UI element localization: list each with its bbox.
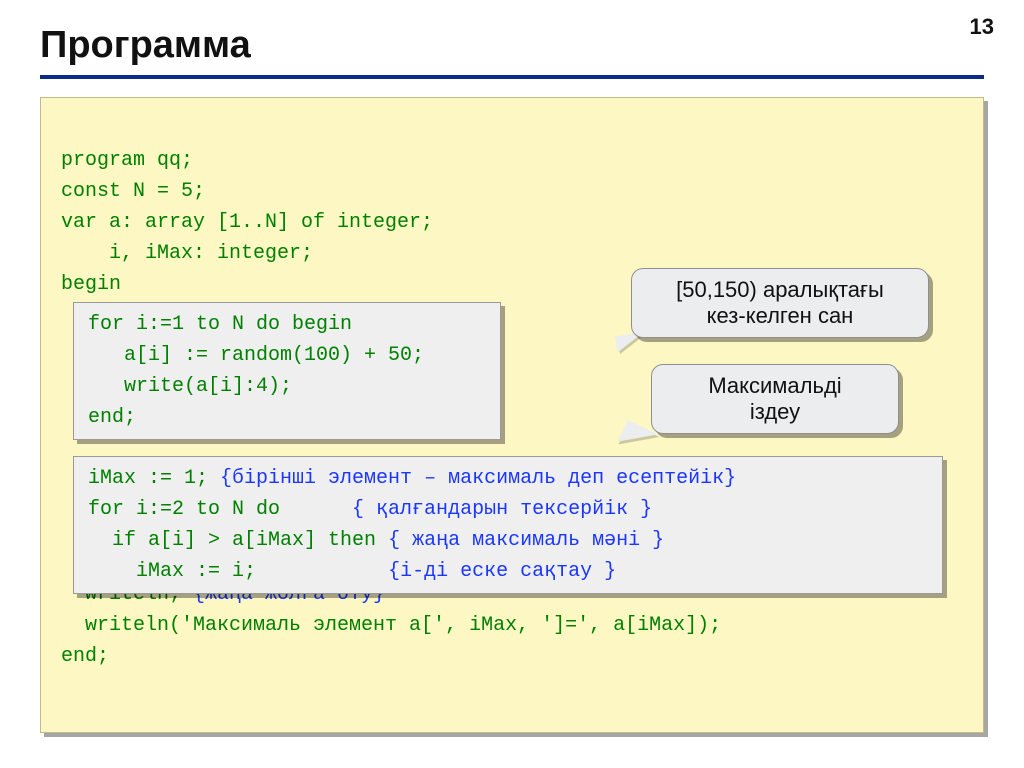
title-rule [40, 75, 984, 79]
inset1-code: for i:=1 to N do begin a[i] := random(10… [88, 313, 424, 429]
i2l1a: iMax := 1; [88, 467, 220, 490]
slide: 13 Программа program qq; const N = 5; va… [0, 0, 1024, 768]
slide-title: Программа [40, 24, 984, 67]
code-bottom-3: end; [61, 645, 109, 668]
code-top: program qq; const N = 5; var a: array [1… [61, 149, 433, 327]
i2l3a: if a[i] > a[iMax] then [88, 529, 388, 552]
callout-range: [50,150) аралықтағы кез-келген сан [631, 268, 929, 338]
code-panel: program qq; const N = 5; var a: array [1… [40, 97, 984, 733]
i2l2b: { қалғандарын тексерйік } [352, 498, 652, 521]
callout-max: Максимальді іздеу [651, 364, 899, 434]
inset-find-max: iMax := 1; {бірінші элемент – максималь … [73, 456, 943, 594]
inset-loop-fill: for i:=1 to N do begin a[i] := random(10… [73, 302, 501, 440]
i2l4b: {i-ді еске сақтау } [388, 560, 616, 583]
i2l4a: iMax := i; [88, 560, 388, 583]
i2l1b: {бірінші элемент – максималь деп есептей… [220, 467, 736, 490]
page-number: 13 [970, 14, 994, 40]
i2l2a: for i:=2 to N do [88, 498, 352, 521]
code-bottom-2: writeln('Максималь элемент a[', iMax, ']… [61, 614, 721, 637]
i2l3b: { жаңа максималь мәні } [388, 529, 664, 552]
